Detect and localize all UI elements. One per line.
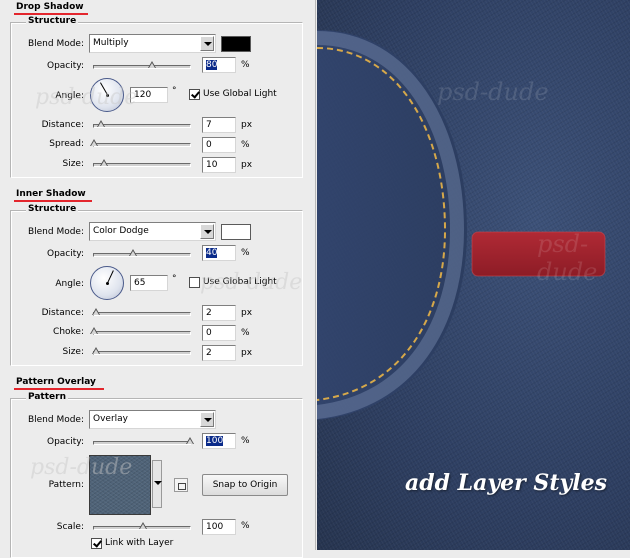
- ds-distance-label: Distance:: [41, 120, 84, 130]
- po-pattern-label: Pattern:: [48, 480, 84, 490]
- is-choke-label: Choke:: [53, 327, 84, 337]
- drop-shadow-underline: [14, 13, 88, 15]
- chevron-down-icon[interactable]: [200, 224, 214, 239]
- is-choke-thumb[interactable]: [90, 327, 98, 338]
- is-opacity-field[interactable]: 40: [202, 245, 236, 261]
- chevron-down-icon[interactable]: [200, 412, 214, 427]
- document-canvas: psd-dude psd-dude add Layer Styles: [317, 0, 630, 550]
- is-opacity-label: Opacity:: [47, 249, 84, 259]
- ds-opacity-thumb[interactable]: [148, 61, 156, 72]
- po-opacity-slider[interactable]: [93, 437, 194, 445]
- is-choke-slider[interactable]: [90, 327, 191, 335]
- po-blend-mode-value: Overlay: [93, 414, 128, 424]
- layer-style-panel: Drop Shadow Structure Blend Mode: Multip…: [0, 0, 316, 558]
- is-choke-field[interactable]: 0: [202, 325, 236, 341]
- pattern-picker-swatch[interactable]: [89, 455, 151, 515]
- ds-size-field[interactable]: 10: [202, 157, 236, 173]
- ds-spread-slider[interactable]: [90, 139, 191, 147]
- po-opacity-unit: %: [241, 436, 250, 446]
- ds-distance-field[interactable]: 7: [202, 117, 236, 133]
- pattern-picker-arrow[interactable]: [152, 460, 162, 508]
- is-distance-thumb[interactable]: [92, 308, 100, 319]
- ds-opacity-unit: %: [241, 60, 250, 70]
- drop-shadow-structure-label: Structure: [26, 16, 79, 26]
- caption-text: add Layer Styles: [405, 470, 608, 496]
- ds-blend-mode-select[interactable]: Multiply: [89, 34, 216, 53]
- is-color-swatch[interactable]: [221, 224, 251, 240]
- canvas-watermark: psd-dude: [437, 78, 549, 106]
- snap-to-origin-button[interactable]: Snap to Origin: [202, 474, 288, 496]
- ds-angle-field[interactable]: 120: [130, 87, 168, 103]
- is-angle-unit: °: [172, 274, 177, 284]
- po-opacity-label: Opacity:: [47, 437, 84, 447]
- po-scale-slider[interactable]: [93, 522, 191, 530]
- ds-distance-unit: px: [241, 120, 253, 130]
- ds-size-slider[interactable]: [93, 159, 191, 167]
- is-blend-mode-value: Color Dodge: [93, 226, 149, 236]
- inner-shadow-underline: [14, 200, 92, 202]
- ds-color-swatch[interactable]: [221, 36, 251, 52]
- pattern-label: Pattern: [26, 392, 68, 402]
- po-scale-label: Scale:: [56, 522, 84, 532]
- po-opacity-field[interactable]: 100: [202, 433, 236, 449]
- is-global-light-checkbox[interactable]: [189, 277, 200, 288]
- ds-size-thumb[interactable]: [100, 159, 108, 170]
- ds-global-light-checkbox[interactable]: [189, 89, 200, 100]
- po-scale-thumb[interactable]: [139, 522, 147, 533]
- canvas-watermark: psd-dude: [537, 230, 598, 286]
- po-blend-mode-select[interactable]: Overlay: [89, 410, 216, 429]
- is-size-slider[interactable]: [92, 347, 191, 355]
- po-scale-unit: %: [241, 521, 250, 531]
- is-size-thumb[interactable]: [92, 347, 100, 358]
- ds-size-label: Size:: [62, 159, 84, 169]
- ds-opacity-label: Opacity:: [47, 61, 84, 71]
- pattern-overlay-underline: [14, 388, 104, 390]
- ds-angle-label: Angle:: [55, 91, 84, 101]
- is-blend-mode-select[interactable]: Color Dodge: [89, 222, 216, 241]
- ds-opacity-field[interactable]: 80: [202, 57, 236, 73]
- po-opacity-thumb[interactable]: [186, 437, 194, 448]
- is-opacity-slider[interactable]: [93, 249, 191, 257]
- is-angle-field[interactable]: 65: [130, 275, 168, 291]
- is-opacity-thumb[interactable]: [129, 249, 137, 260]
- is-angle-dial[interactable]: [90, 266, 124, 300]
- ds-angle-dial[interactable]: [90, 78, 124, 112]
- is-size-field[interactable]: 2: [202, 345, 236, 361]
- is-blend-mode-label: Blend Mode:: [27, 227, 84, 237]
- ds-size-unit: px: [241, 160, 253, 170]
- ds-spread-field[interactable]: 0: [202, 137, 236, 153]
- is-global-light-label: Use Global Light: [203, 277, 277, 287]
- ds-spread-unit: %: [241, 140, 250, 150]
- is-distance-field[interactable]: 2: [202, 305, 236, 321]
- is-angle-label: Angle:: [55, 279, 84, 289]
- ds-global-light-label: Use Global Light: [203, 89, 277, 99]
- ds-spread-label: Spread:: [49, 139, 84, 149]
- ds-spread-thumb[interactable]: [90, 139, 98, 150]
- new-preset-icon[interactable]: [174, 478, 188, 492]
- po-link-label: Link with Layer: [105, 538, 174, 548]
- chevron-down-icon[interactable]: [200, 36, 214, 51]
- inner-shadow-title: Inner Shadow: [16, 189, 86, 199]
- ds-opacity-slider[interactable]: [93, 61, 191, 69]
- is-size-label: Size:: [62, 347, 84, 357]
- ds-angle-unit: °: [172, 86, 177, 96]
- is-distance-label: Distance:: [41, 308, 84, 318]
- po-scale-field[interactable]: 100: [202, 519, 236, 535]
- ds-blend-mode-value: Multiply: [93, 38, 129, 48]
- is-opacity-unit: %: [241, 248, 250, 258]
- po-link-checkbox[interactable]: [91, 538, 102, 549]
- ds-blend-mode-label: Blend Mode:: [27, 39, 84, 49]
- is-distance-slider[interactable]: [92, 308, 191, 316]
- ds-distance-slider[interactable]: [93, 120, 191, 128]
- is-size-unit: px: [241, 348, 253, 358]
- pattern-overlay-title: Pattern Overlay: [16, 377, 96, 387]
- drop-shadow-title: Drop Shadow: [16, 2, 84, 12]
- inner-shadow-structure-label: Structure: [26, 204, 79, 214]
- po-blend-mode-label: Blend Mode:: [27, 415, 84, 425]
- ds-distance-thumb[interactable]: [97, 120, 105, 131]
- is-distance-unit: px: [241, 308, 253, 318]
- is-choke-unit: %: [241, 328, 250, 338]
